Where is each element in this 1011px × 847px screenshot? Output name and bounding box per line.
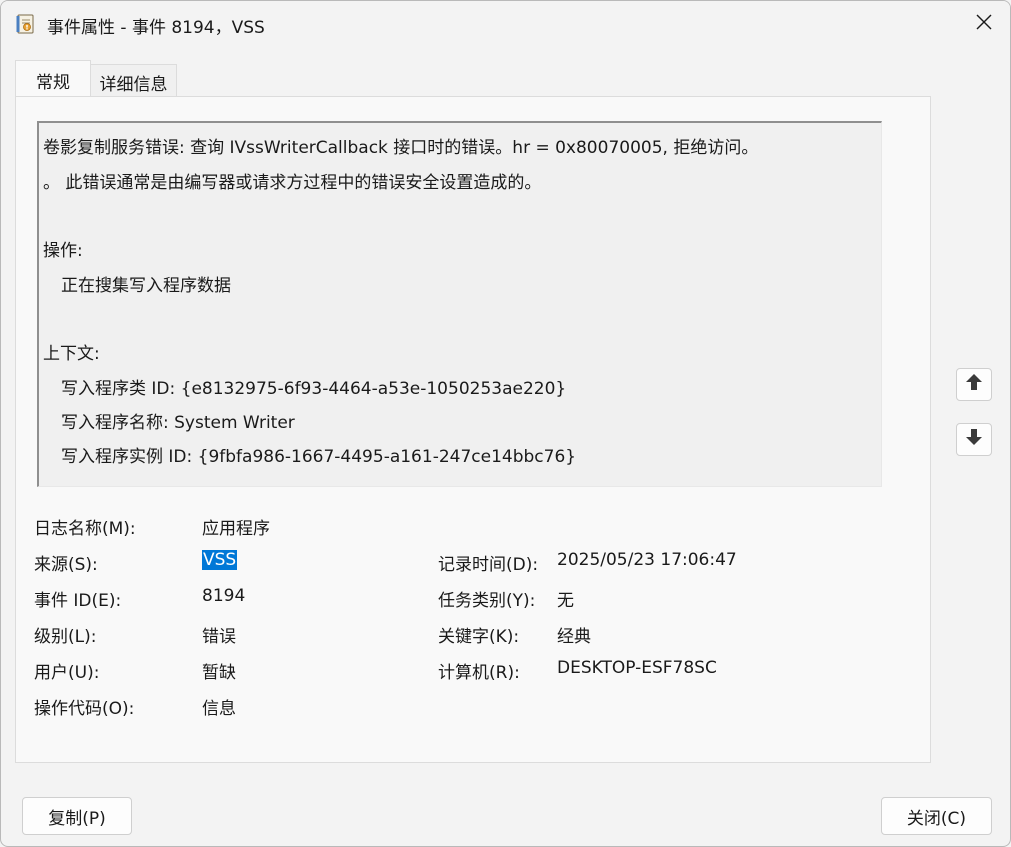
close-icon bbox=[975, 13, 993, 36]
event-id-value[interactable]: 8194 bbox=[202, 586, 245, 606]
window-title: 事件属性 - 事件 8194，VSS bbox=[47, 18, 265, 38]
logged-label: 记录时间(D): bbox=[438, 555, 539, 575]
close-button[interactable]: 关闭(C) bbox=[881, 797, 992, 835]
next-event-button[interactable] bbox=[956, 423, 992, 456]
description-line: 写入程序实例 ID: {9fbfa986-1667-4495-a161-247c… bbox=[61, 447, 577, 467]
logged-value[interactable]: 2025/05/23 17:06:47 bbox=[557, 550, 737, 570]
description-line: 卷影复制服务错误: 查询 IVssWriterCallback 接口时的错误。h… bbox=[43, 138, 759, 158]
task-category-label: 任务类别(Y): bbox=[438, 591, 536, 611]
general-tab-panel: 卷影复制服务错误: 查询 IVssWriterCallback 接口时的错误。h… bbox=[15, 96, 931, 763]
source-label: 来源(S): bbox=[34, 555, 98, 575]
user-value[interactable]: 暂缺 bbox=[202, 658, 236, 683]
task-category-value[interactable]: 无 bbox=[557, 586, 574, 611]
level-label: 级别(L): bbox=[34, 627, 97, 647]
description-line: 写入程序类 ID: {e8132975-6f93-4464-a53e-10502… bbox=[61, 379, 567, 399]
tab-details[interactable]: 详细信息 bbox=[91, 64, 177, 97]
source-value-text: VSS bbox=[202, 550, 238, 570]
event-properties-icon bbox=[15, 13, 37, 35]
description-line: 正在搜集写入程序数据 bbox=[61, 276, 231, 296]
opcode-label: 操作代码(O): bbox=[34, 699, 135, 719]
close-window-button[interactable] bbox=[958, 1, 1010, 47]
description-line: 写入程序名称: System Writer bbox=[61, 413, 295, 433]
tab-general[interactable]: 常规 bbox=[15, 60, 91, 98]
event-description-box[interactable]: 卷影复制服务错误: 查询 IVssWriterCallback 接口时的错误。h… bbox=[37, 121, 882, 487]
event-properties-window: 事件属性 - 事件 8194，VSS 常规 详细信息 卷影复制服务错误: 查询 … bbox=[0, 0, 1011, 847]
computer-value[interactable]: DESKTOP-ESF78SC bbox=[557, 658, 717, 678]
description-line: 操作: bbox=[43, 241, 83, 261]
user-label: 用户(U): bbox=[34, 663, 100, 683]
title-bar[interactable]: 事件属性 - 事件 8194，VSS bbox=[1, 1, 1010, 47]
copy-button[interactable]: 复制(P) bbox=[22, 797, 132, 835]
description-line: 上下文: bbox=[43, 344, 100, 364]
computer-label: 计算机(R): bbox=[438, 663, 520, 683]
event-id-label: 事件 ID(E): bbox=[34, 591, 122, 611]
description-line: 。 此错误通常是由编写器或请求方过程中的错误安全设置造成的。 bbox=[43, 173, 542, 193]
keywords-value[interactable]: 经典 bbox=[557, 622, 591, 647]
keywords-label: 关键字(K): bbox=[438, 627, 520, 647]
log-name-value[interactable]: 应用程序 bbox=[202, 514, 270, 539]
arrow-up-icon bbox=[964, 372, 984, 397]
arrow-down-icon bbox=[964, 427, 984, 452]
level-value[interactable]: 错误 bbox=[202, 622, 236, 647]
log-name-label: 日志名称(M): bbox=[34, 519, 136, 539]
previous-event-button[interactable] bbox=[956, 368, 992, 401]
opcode-value[interactable]: 信息 bbox=[202, 694, 236, 719]
source-value[interactable]: VSS bbox=[202, 550, 238, 570]
